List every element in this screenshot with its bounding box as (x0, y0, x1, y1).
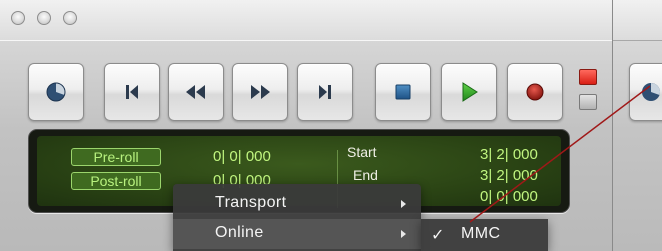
online-button[interactable] (28, 63, 84, 121)
go-to-end-button[interactable] (297, 63, 353, 121)
end-label: End (353, 167, 378, 183)
submenu-arrow-icon (401, 200, 406, 208)
pie-clock-icon (46, 82, 66, 102)
skip-to-start-icon (126, 85, 138, 99)
title-divider (0, 40, 612, 41)
length-value[interactable]: 0| 0| 000 (480, 188, 538, 205)
title-bar (0, 0, 612, 41)
stop-button[interactable] (375, 63, 431, 121)
preroll-toggle[interactable]: Pre-roll (71, 148, 161, 166)
return-to-zero-button[interactable] (104, 63, 160, 121)
close-window-icon[interactable] (11, 11, 25, 25)
start-value[interactable]: 3| 2| 000 (480, 146, 538, 163)
zoom-window-icon[interactable] (63, 11, 77, 25)
minimize-window-icon[interactable] (37, 11, 51, 25)
online-submenu: ✓ MMC (421, 219, 548, 251)
menu-item-label: Transport (215, 194, 287, 211)
end-value[interactable]: 3| 2| 000 (480, 167, 538, 184)
submenu-item-label: MMC (461, 225, 501, 242)
play-button[interactable] (441, 63, 497, 121)
fast-forward-button[interactable] (232, 63, 288, 121)
submenu-item-mmc[interactable]: ✓ MMC (421, 219, 548, 251)
preroll-value[interactable]: 0| 0| 000 (213, 148, 271, 165)
skip-to-end-icon (319, 85, 331, 99)
context-menu: Transport Online (173, 184, 421, 251)
menu-item-transport[interactable]: Transport (173, 189, 421, 219)
submenu-arrow-icon (401, 230, 406, 238)
stop-square-icon (395, 84, 411, 100)
status-indicator[interactable] (579, 94, 597, 110)
adjacent-window (613, 0, 662, 251)
adjacent-title-bar (613, 0, 662, 41)
menu-item-label: Online (215, 224, 264, 241)
rewind-icon (186, 85, 205, 99)
play-triangle-icon (462, 82, 478, 102)
rewind-button[interactable] (168, 63, 224, 121)
checkmark-icon: ✓ (431, 227, 445, 244)
menu-item-online[interactable]: Online (173, 219, 421, 249)
record-enable-indicator[interactable] (579, 69, 597, 85)
record-dot-icon (526, 83, 544, 101)
adjacent-online-button[interactable] (629, 63, 662, 121)
record-button[interactable] (507, 63, 563, 121)
postroll-toggle[interactable]: Post-roll (71, 172, 161, 190)
pie-clock-icon (642, 82, 661, 101)
fast-forward-icon (251, 85, 270, 99)
start-label: Start (347, 144, 377, 160)
